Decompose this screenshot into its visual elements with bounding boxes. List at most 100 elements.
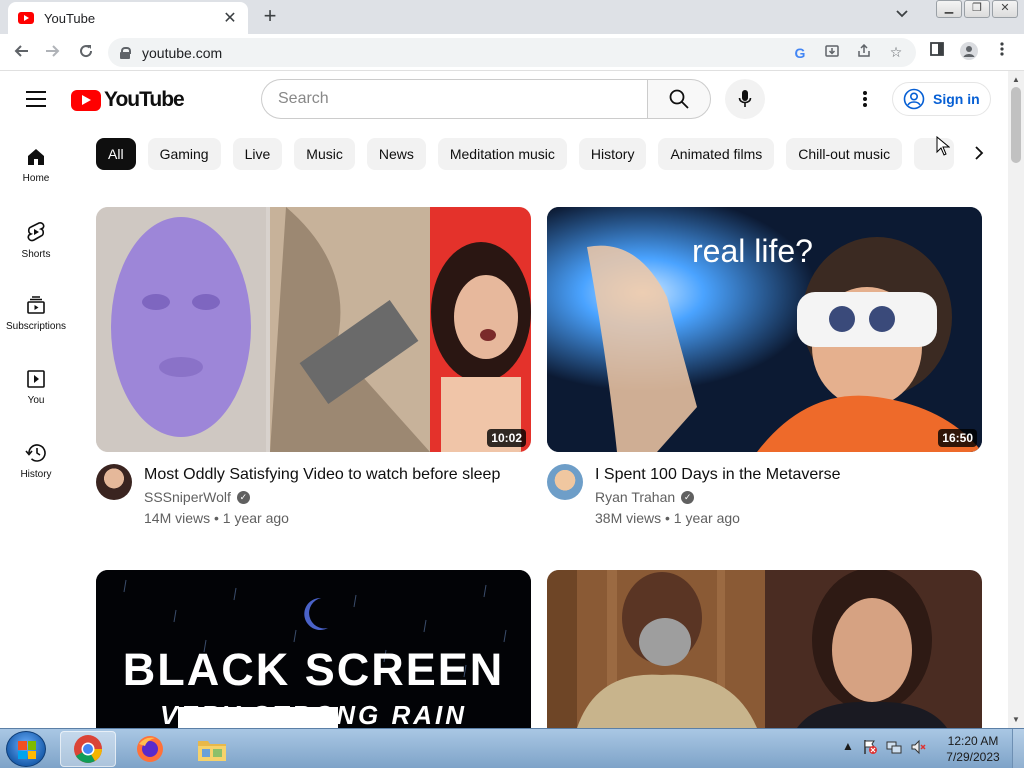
video-duration: 10:02 [487,429,526,447]
chip-animated-films[interactable]: Animated films [658,138,775,170]
folder-icon [198,741,226,761]
lock-icon[interactable] [120,46,131,59]
video-meta: Most Oddly Satisfying Video to watch bef… [96,464,531,526]
chip-history[interactable]: History [578,138,647,170]
you-icon [27,370,45,388]
video-card[interactable]: real life? 16:50 I Spent 100 Days in the… [547,207,982,526]
verified-check-icon: ✓ [236,490,250,504]
action-center-flag-icon[interactable] [862,739,878,758]
back-button[interactable] [8,40,34,66]
reload-button[interactable] [73,40,99,66]
video-thumbnail[interactable]: BLACK SCREEN VERY STRONG RAIN [96,570,531,728]
youtube-play-logo-icon [71,89,101,111]
search-icon [669,89,689,109]
install-icon[interactable] [824,44,840,61]
chips-next-chevron-icon[interactable] [964,138,994,170]
profile-avatar-icon[interactable] [958,42,980,65]
youtube-favicon-icon [18,12,34,24]
browser-toolbar: youtube.com G ☆ [0,34,1024,71]
minimize-button[interactable]: ▁ [936,0,962,18]
sidebar-label-subscriptions: Subscriptions [5,321,67,332]
sign-in-button[interactable]: Sign in [892,82,991,116]
sidebar-label-history: History [20,469,52,480]
youtube-masthead: YouTube Sign in [0,71,1008,127]
clock-date: 7/29/2023 [946,750,1000,764]
video-details: Most Oddly Satisfying Video to watch bef… [144,464,500,526]
new-tab-button[interactable]: + [258,4,282,28]
video-title[interactable]: Most Oddly Satisfying Video to watch bef… [144,464,500,486]
tab-title: YouTube [44,10,96,26]
sidebar-item-subscriptions[interactable]: Subscriptions [0,275,72,349]
browser-tab-youtube[interactable]: YouTube ✕ [8,2,248,34]
sidebar-item-home[interactable]: Home [0,127,72,201]
video-stats: 14M views • 1 year ago [144,510,289,526]
chip-all[interactable]: All [96,138,136,170]
video-title[interactable]: I Spent 100 Days in the Metaverse [595,464,840,486]
taskbar-clock[interactable]: 12:20 AM 7/29/2023 [940,733,1006,765]
video-thumbnail[interactable] [547,570,982,728]
filter-chips-bar: All Gaming Live Music News Meditation mu… [96,138,956,170]
forward-button[interactable] [40,40,66,66]
browser-menu-icon[interactable] [991,42,1013,61]
windows-taskbar: ▲ 12:20 AM 7/29/2023 [0,728,1024,768]
chip-gaming[interactable]: Gaming [147,138,221,170]
search-button[interactable] [647,79,711,119]
taskbar-firefox[interactable] [122,731,178,767]
sidebar-item-shorts[interactable]: Shorts [0,201,72,275]
channel-avatar[interactable] [96,464,132,500]
start-button[interactable] [6,731,46,767]
window-controls: ▁ ❐ ✕ [936,0,1018,18]
clock-time: 12:20 AM [947,734,999,748]
chip-music[interactable]: Music [294,138,355,170]
volume-muted-icon[interactable] [910,739,926,758]
scrollbar-thumb[interactable] [1011,87,1021,163]
thumbnail-overlay-text: real life? [692,233,813,269]
sidebar-item-history[interactable]: History [0,423,72,497]
close-window-button[interactable]: ✕ [992,0,1018,18]
chip-live[interactable]: Live [232,138,283,170]
shorts-icon [27,222,45,242]
video-meta: I Spent 100 Days in the Metaverse Ryan T… [547,464,982,526]
account-circle-icon [903,88,925,110]
sidebar-label-shorts: Shorts [21,249,51,260]
scroll-up-arrow-icon[interactable]: ▲ [1012,75,1020,84]
taskbar-chrome[interactable] [60,731,116,767]
show-desktop-button[interactable] [1012,729,1024,768]
restore-button[interactable]: ❐ [964,0,990,18]
side-panel-icon[interactable] [926,42,948,61]
channel-name[interactable]: Ryan Trahan [595,489,675,505]
video-card[interactable]: BLACK SCREEN VERY STRONG RAIN [96,570,531,728]
home-icon [28,149,44,165]
settings-menu-icon[interactable] [853,87,877,111]
google-icon[interactable]: G [792,45,808,61]
page-scrollbar[interactable]: ▲ ▼ [1008,71,1024,728]
chip-chill-out-music[interactable]: Chill-out music [786,138,903,170]
share-icon[interactable] [856,43,872,61]
video-card[interactable] [547,570,982,728]
bookmark-star-icon[interactable]: ☆ [888,44,904,61]
scroll-down-arrow-icon[interactable]: ▼ [1012,715,1020,724]
channel-avatar[interactable] [547,464,583,500]
history-icon [25,444,46,462]
network-icon[interactable] [886,739,902,758]
video-thumbnail[interactable]: 10:02 [96,207,531,452]
show-hidden-icons-icon[interactable]: ▲ [842,739,854,758]
voice-search-button[interactable] [725,79,765,119]
youtube-logo[interactable]: YouTube [71,88,185,112]
channel-name-row: SSSniperWolf ✓ [144,489,500,505]
firefox-icon [137,736,163,762]
tab-search-chevron-icon[interactable] [896,6,908,21]
video-thumbnail[interactable]: real life? 16:50 [547,207,982,452]
taskbar-file-explorer[interactable] [184,731,240,767]
address-bar[interactable]: youtube.com G ☆ [108,38,916,67]
search-box [261,79,711,119]
url-text[interactable]: youtube.com [142,45,776,61]
sidebar-item-you[interactable]: You [0,349,72,423]
chip-news[interactable]: News [366,138,426,170]
tab-close-icon[interactable]: ✕ [222,8,238,28]
guide-menu-icon[interactable] [26,91,46,107]
video-card[interactable]: 10:02 Most Oddly Satisfying Video to wat… [96,207,531,526]
channel-name[interactable]: SSSniperWolf [144,489,231,505]
search-input[interactable] [261,79,647,119]
chip-meditation-music[interactable]: Meditation music [437,138,567,170]
